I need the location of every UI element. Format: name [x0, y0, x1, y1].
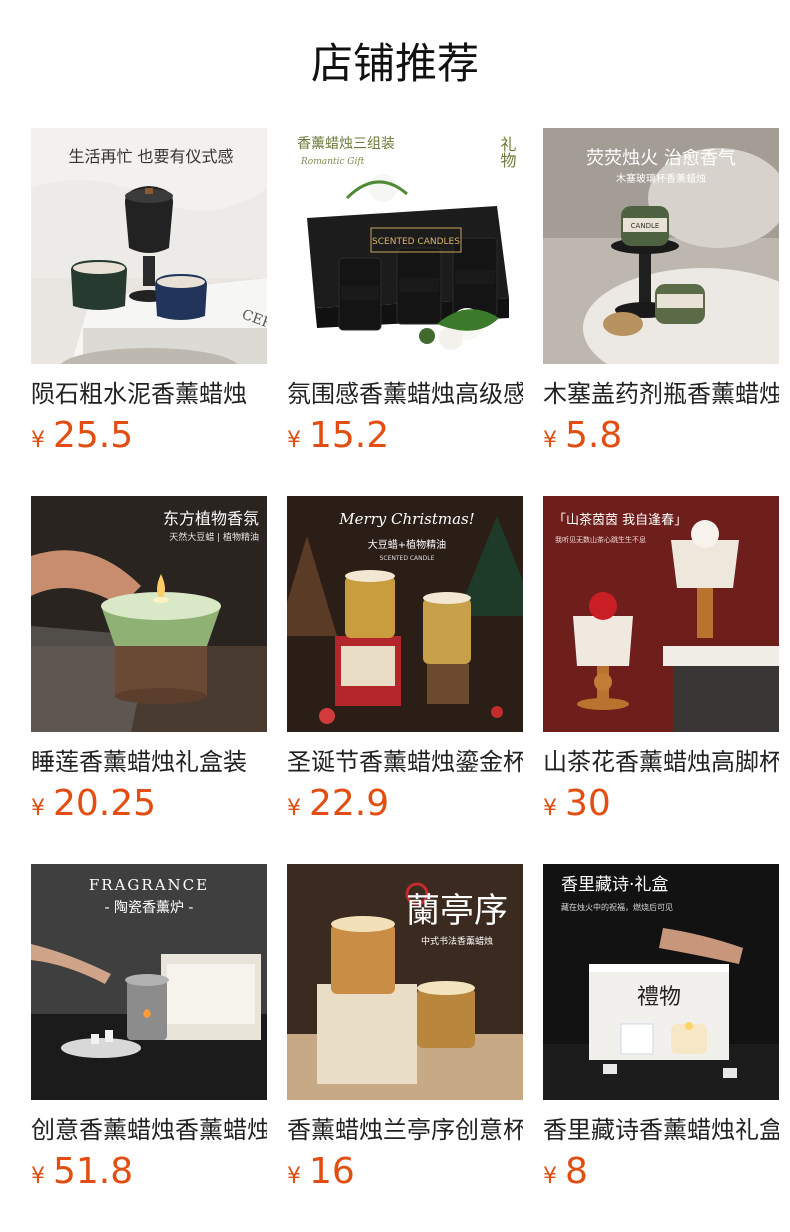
product-image[interactable]: 东方植物香氛 天然大豆蜡 | 植物精油	[31, 496, 267, 732]
image-label: 禮物	[637, 985, 681, 1010]
currency-symbol: ¥	[543, 796, 557, 821]
product-price: ¥30	[543, 782, 611, 826]
product-card[interactable]: 「山茶茵茵 我自逢春」 我听见无数山茶心跳生生不息 山茶花香薰蜡烛高脚杯 ¥30	[543, 496, 779, 836]
image-caption: 荧荧烛火 治愈香气	[586, 148, 736, 169]
product-price: ¥51.8	[31, 1150, 133, 1194]
image-subcaption: 中式书法香薰蜡烛	[421, 935, 493, 947]
price-value: 20.25	[53, 783, 157, 824]
currency-symbol: ¥	[287, 428, 301, 453]
page-title: 店铺推荐	[310, 39, 479, 88]
product-image[interactable]: 生活再忙 也要有仪式感 CERE	[31, 128, 267, 364]
price-value: 5.8	[565, 415, 623, 456]
product-card[interactable]: 生活再忙 也要有仪式感 CERE 陨石粗水泥香薰蜡烛 ¥25.5	[31, 128, 267, 468]
product-card[interactable]: 香里藏诗·礼盒 藏在烛火中的祝福，燃烧后可见 禮物 香里藏诗香薰蜡烛礼盒 ¥8	[543, 864, 779, 1204]
price-value: 25.5	[53, 415, 134, 456]
product-price: ¥15.2	[287, 414, 389, 458]
product-name[interactable]: 香薰蜡烛兰亭序创意杯	[287, 1112, 523, 1148]
product-name[interactable]: 木塞盖药剂瓶香薰蜡烛	[543, 376, 779, 412]
poetry-gift-box-photo-icon: 香里藏诗·礼盒 藏在烛火中的祝福，燃烧后可见 禮物	[543, 864, 779, 1100]
product-card[interactable]: 东方植物香氛 天然大豆蜡 | 植物精油 睡莲香薰蜡烛礼盒装 ¥20.25	[31, 496, 267, 836]
image-subcaption: 天然大豆蜡 | 植物精油	[169, 531, 259, 543]
product-price: ¥20.25	[31, 782, 156, 826]
product-name[interactable]: 创意香薰蜡烛香薰蜡烛炉	[31, 1112, 267, 1148]
product-image[interactable]: 蘭亭序 中式书法香薰蜡烛	[287, 864, 523, 1100]
image-subcaption: 木塞玻璃杯香薰蜡烛	[616, 172, 706, 185]
product-price: ¥5.8	[543, 414, 622, 458]
ceramic-burner-photo-icon: FRAGRANCE - 陶瓷香薰炉 -	[31, 864, 267, 1100]
product-card[interactable]: 荧荧烛火 治愈香气 木塞玻璃杯香薰蜡烛 CANDLE 木塞盖药剂瓶香薰蜡烛 ¥5…	[543, 128, 779, 468]
image-caption: 香里藏诗·礼盒	[561, 875, 668, 895]
price-value: 16	[309, 1151, 355, 1192]
image-caption: 生活再忙 也要有仪式感	[68, 147, 233, 166]
lit-candle-photo-icon: 东方植物香氛 天然大豆蜡 | 植物精油	[31, 496, 267, 732]
product-image[interactable]: Merry Christmas! 大豆蜡+植物精油 SCENTED CANDLE	[287, 496, 523, 732]
lanting-candle-photo-icon: 蘭亭序 中式书法香薰蜡烛	[287, 864, 523, 1100]
product-name[interactable]: 山茶花香薰蜡烛高脚杯	[543, 744, 779, 780]
currency-symbol: ¥	[543, 428, 557, 453]
image-subcaption: 我听见无数山茶心跳生生不息	[555, 535, 646, 544]
currency-symbol: ¥	[31, 1164, 45, 1189]
currency-symbol: ¥	[31, 428, 45, 453]
product-image[interactable]: SCENTED CANDLES 香薰蜡烛三组装 Romantic Gift 礼物	[287, 128, 523, 364]
image-subcaption: - 陶瓷香薰炉 -	[104, 900, 193, 916]
product-price: ¥22.9	[287, 782, 389, 826]
currency-symbol: ¥	[31, 796, 45, 821]
product-name[interactable]: 陨石粗水泥香薰蜡烛	[31, 376, 267, 412]
product-image[interactable]: 香里藏诗·礼盒 藏在烛火中的祝福，燃烧后可见 禮物	[543, 864, 779, 1100]
price-value: 22.9	[309, 783, 390, 824]
product-card[interactable]: SCENTED CANDLES 香薰蜡烛三组装 Romantic Gift 礼物…	[287, 128, 523, 468]
product-name[interactable]: 圣诞节香薰蜡烛鎏金杯	[287, 744, 523, 780]
image-side-text: 礼物	[498, 136, 517, 169]
price-value: 30	[565, 783, 611, 824]
product-card[interactable]: 蘭亭序 中式书法香薰蜡烛 香薰蜡烛兰亭序创意杯 ¥16	[287, 864, 523, 1204]
product-name[interactable]: 香里藏诗香薰蜡烛礼盒	[543, 1112, 779, 1148]
image-subcaption: 大豆蜡+植物精油	[368, 538, 446, 551]
price-value: 51.8	[53, 1151, 134, 1192]
currency-symbol: ¥	[287, 796, 301, 821]
image-caption: 「山茶茵茵 我自逢春」	[553, 512, 687, 528]
product-name[interactable]: 睡莲香薰蜡烛礼盒装	[31, 744, 267, 780]
image-subcaption: 藏在烛火中的祝福，燃烧后可见	[561, 902, 673, 912]
candle-gift-box-photo-icon: SCENTED CANDLES 香薰蜡烛三组装 Romantic Gift 礼物	[287, 128, 523, 364]
image-label: SCENTED CANDLES	[372, 237, 460, 247]
image-caption: 东方植物香氛	[163, 509, 259, 528]
currency-symbol: ¥	[543, 1164, 557, 1189]
product-image[interactable]: FRAGRANCE - 陶瓷香薰炉 -	[31, 864, 267, 1100]
product-card[interactable]: FRAGRANCE - 陶瓷香薰炉 - 创意香薰蜡烛香薰蜡烛炉 ¥51.8	[31, 864, 267, 1204]
currency-symbol: ¥	[287, 1164, 301, 1189]
price-value: 15.2	[309, 415, 390, 456]
candle-photo-icon: 生活再忙 也要有仪式感 CERE	[31, 128, 267, 364]
image-subcaption: Romantic Gift	[300, 157, 365, 167]
product-price: ¥25.5	[31, 414, 133, 458]
product-card[interactable]: Merry Christmas! 大豆蜡+植物精油 SCENTED CANDLE…	[287, 496, 523, 836]
price-value: 8	[565, 1151, 588, 1192]
candle-jar-photo-icon: 荧荧烛火 治愈香气 木塞玻璃杯香薰蜡烛 CANDLE	[543, 128, 779, 364]
image-label: SCENTED CANDLE	[380, 555, 435, 562]
image-caption: Merry Christmas!	[338, 510, 475, 528]
image-caption: 香薰蜡烛三组装	[297, 136, 395, 152]
product-name[interactable]: 氛围感香薰蜡烛高级感	[287, 376, 523, 412]
product-image[interactable]: 「山茶茵茵 我自逢春」 我听见无数山茶心跳生生不息	[543, 496, 779, 732]
product-price: ¥16	[287, 1150, 355, 1194]
image-caption: 蘭亭序	[406, 891, 508, 931]
christmas-candle-photo-icon: Merry Christmas! 大豆蜡+植物精油 SCENTED CANDLE	[287, 496, 523, 732]
product-price: ¥8	[543, 1150, 588, 1194]
image-label: CANDLE	[631, 222, 660, 230]
image-caption: FRAGRANCE	[89, 876, 209, 894]
camellia-candle-photo-icon: 「山茶茵茵 我自逢春」 我听见无数山茶心跳生生不息	[543, 496, 779, 732]
product-image[interactable]: 荧荧烛火 治愈香气 木塞玻璃杯香薰蜡烛 CANDLE	[543, 128, 779, 364]
